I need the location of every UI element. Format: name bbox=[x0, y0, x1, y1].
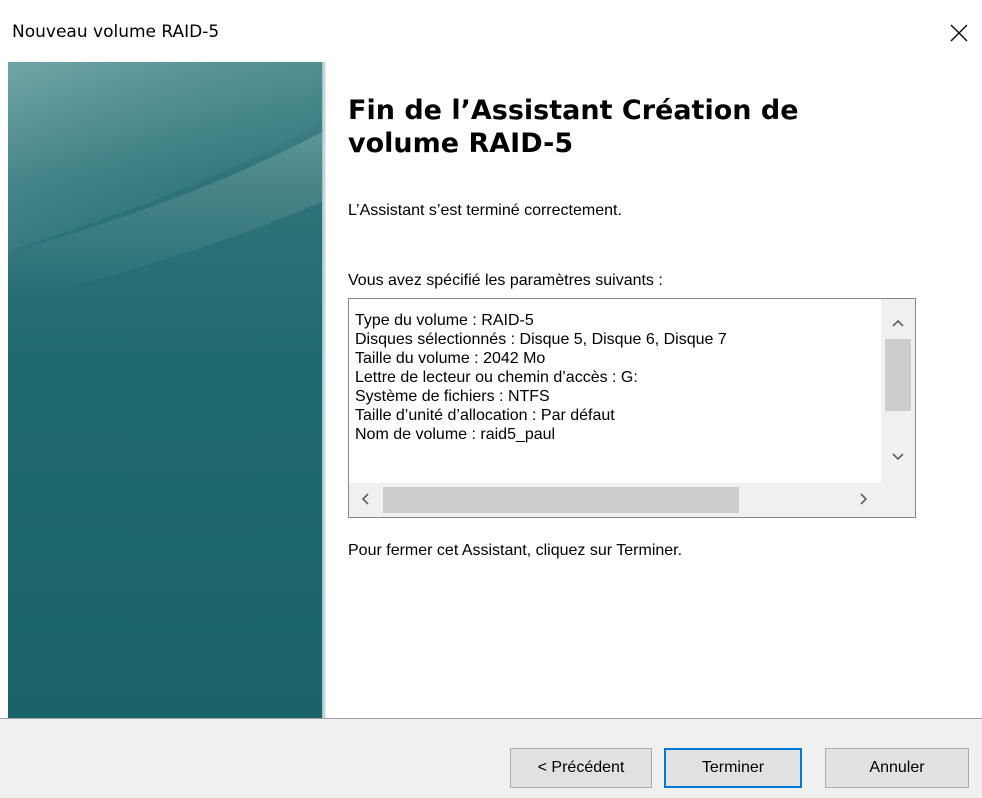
window-title: Nouveau volume RAID-5 bbox=[12, 22, 220, 42]
wizard-footer: < Précédent Terminer Annuler bbox=[0, 719, 982, 798]
chevron-left-icon bbox=[361, 493, 369, 505]
banner-swoosh-graphic bbox=[8, 62, 322, 302]
summary-line: Type du volume : RAID-5 bbox=[355, 312, 534, 329]
back-button[interactable]: < Précédent bbox=[510, 748, 652, 788]
banner-edge bbox=[322, 62, 326, 718]
scroll-right-button[interactable] bbox=[848, 483, 882, 517]
close-button[interactable] bbox=[936, 12, 982, 52]
horizontal-scrollbar[interactable] bbox=[349, 483, 882, 517]
chevron-up-icon bbox=[892, 319, 904, 327]
chevron-down-icon bbox=[892, 453, 904, 461]
horizontal-scroll-thumb[interactable] bbox=[383, 487, 739, 513]
scroll-up-button[interactable] bbox=[881, 307, 915, 341]
cancel-button[interactable]: Annuler bbox=[825, 748, 969, 788]
scroll-left-button[interactable] bbox=[349, 483, 383, 517]
title-bar: Nouveau volume RAID-5 bbox=[0, 0, 982, 62]
close-icon bbox=[950, 24, 968, 42]
completion-message: L’Assistant s’est terminé correctement. bbox=[348, 202, 622, 219]
summary-line: Nom de volume : raid5_paul bbox=[355, 426, 556, 443]
settings-summary-text: Type du volume : RAID-5 Disques sélectio… bbox=[355, 311, 880, 481]
summary-line: Taille d’unité d’allocation : Par défaut bbox=[355, 407, 615, 424]
wizard-side-banner bbox=[8, 62, 322, 718]
close-instruction: Pour fermer cet Assistant, cliquez sur T… bbox=[348, 542, 683, 559]
scrollbar-corner bbox=[881, 483, 915, 517]
finish-button[interactable]: Terminer bbox=[664, 748, 802, 788]
summary-line: Système de fichiers : NTFS bbox=[355, 388, 550, 405]
settings-intro: Vous avez spécifié les paramètres suivan… bbox=[348, 272, 663, 289]
settings-summary-box[interactable]: Type du volume : RAID-5 Disques sélectio… bbox=[348, 298, 916, 518]
chevron-right-icon bbox=[860, 493, 868, 505]
page-title: Fin de l’Assistant Création de volume RA… bbox=[348, 95, 799, 159]
summary-line: Disques sélectionnés : Disque 5, Disque … bbox=[355, 331, 727, 348]
scroll-down-button[interactable] bbox=[881, 441, 915, 475]
vertical-scroll-thumb[interactable] bbox=[885, 339, 911, 411]
vertical-scrollbar[interactable] bbox=[881, 299, 915, 483]
summary-line: Taille du volume : 2042 Mo bbox=[355, 350, 546, 367]
summary-line: Lettre de lecteur ou chemin d’accès : G: bbox=[355, 369, 638, 386]
